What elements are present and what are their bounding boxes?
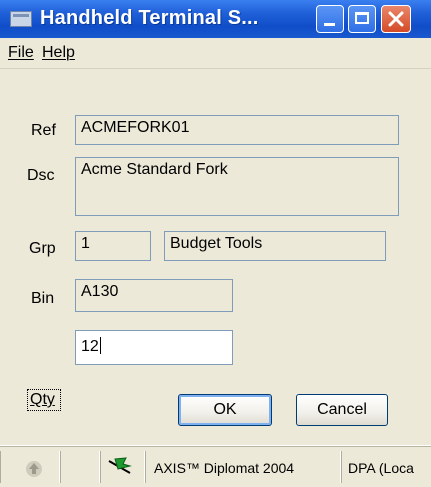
title-bar[interactable]: Handheld Terminal S...: [0, 0, 431, 38]
qty-value: 12: [81, 338, 99, 355]
app-window-icon[interactable]: [10, 11, 32, 27]
form-area: Ref ACMEFORK01 Dsc Acme Standard Fork Gr…: [0, 69, 431, 445]
status-pane-product: AXIS™ Diplomat 2004: [145, 451, 341, 483]
close-button[interactable]: [381, 5, 411, 33]
up-arrow-icon: [26, 461, 42, 477]
status-bar: AXIS™ Diplomat 2004 DPA (Loca: [0, 446, 431, 487]
status-server: DPA (Loca: [348, 460, 414, 476]
status-product: AXIS™ Diplomat 2004: [154, 460, 295, 476]
status-pane-1: [0, 451, 60, 483]
menu-help[interactable]: Help: [42, 44, 75, 62]
dsc-label: Dsc: [27, 167, 55, 184]
green-flag-icon: [108, 457, 132, 474]
status-pane-3: [100, 451, 145, 483]
bin-field: A130: [75, 279, 233, 312]
window-title: Handheld Terminal S...: [40, 7, 259, 29]
ref-field: ACMEFORK01: [75, 115, 399, 145]
ok-button[interactable]: OK: [178, 394, 272, 426]
minimize-button[interactable]: [316, 5, 344, 33]
status-pane-2: [60, 451, 100, 483]
grp-code-field: 1: [75, 231, 151, 261]
ref-label: Ref: [31, 122, 56, 139]
app-window: Handheld Terminal S... File Help Ref ACM…: [0, 0, 431, 487]
grp-label: Grp: [29, 240, 56, 257]
status-pane-server: DPA (Loca: [341, 451, 431, 483]
text-caret: [99, 337, 101, 354]
grp-name-field: Budget Tools: [164, 231, 386, 261]
menu-bar: File Help: [0, 38, 431, 69]
qty-label: Qty: [27, 389, 61, 411]
bin-label: Bin: [31, 290, 55, 307]
dsc-field: Acme Standard Fork: [75, 157, 399, 216]
qty-input[interactable]: 12: [75, 330, 233, 365]
cancel-button[interactable]: Cancel: [296, 394, 388, 426]
maximize-button[interactable]: [348, 5, 376, 33]
menu-file[interactable]: File: [8, 44, 34, 62]
close-icon: [388, 11, 404, 27]
